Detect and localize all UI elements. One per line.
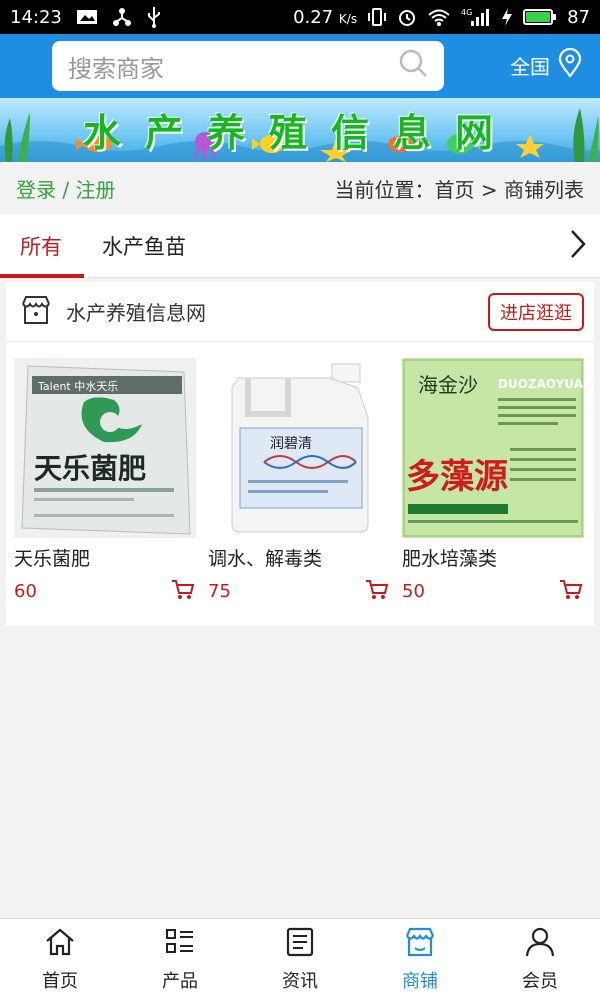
network-speed: 0.27 K/s <box>293 6 358 28</box>
alarm-icon <box>397 7 417 27</box>
charging-icon <box>501 7 513 27</box>
breadcrumb-bar: 登录 / 注册 当前位置：首页 > 商铺列表 <box>0 162 600 214</box>
shop-name: 水产养殖信息网 <box>66 301 206 325</box>
cart-icon[interactable] <box>170 577 196 605</box>
banner-title: 水产养殖信息网 <box>82 110 517 155</box>
search-input[interactable]: 搜索商家 <box>52 41 444 91</box>
shop-card: 水产养殖信息网 进店逛逛 Talent 中水天乐 天乐菌肥 天乐菌肥 60 润碧… <box>6 282 594 626</box>
product-image[interactable]: 润碧清 <box>208 358 390 538</box>
nav-home-label: 首页 <box>42 971 78 992</box>
bottom-nav: 首页 产品 资讯 商铺 会员 <box>0 918 600 1000</box>
region-label: 全国 <box>510 55 550 79</box>
product-price: 50 <box>402 580 425 602</box>
product-name[interactable]: 调水、解毒类 <box>208 544 390 571</box>
product-list: Talent 中水天乐 天乐菌肥 天乐菌肥 60 润碧清 调水、解毒类 75 海… <box>6 342 594 605</box>
battery-icon <box>523 7 557 27</box>
nav-home[interactable]: 首页 <box>0 919 120 1000</box>
product-item[interactable]: 海金沙 DUOZAOYUAN 多藻源 肥水培藻类 50 <box>402 358 584 605</box>
breadcrumb: 当前位置：首页 > 商铺列表 <box>334 177 584 202</box>
image-notification-icon <box>76 8 98 26</box>
search-icon[interactable] <box>398 48 428 84</box>
signal-icon: 4G <box>461 7 491 27</box>
category-tabs: 所有 水产鱼苗 <box>0 214 600 278</box>
nav-products[interactable]: 产品 <box>120 919 240 1000</box>
user-icon <box>524 926 556 963</box>
jug-container-icon: 润碧清 <box>231 363 369 533</box>
svg-text:天乐菌肥: 天乐菌肥 <box>34 452 146 485</box>
svg-text:海金沙: 海金沙 <box>418 373 478 397</box>
tab-all[interactable]: 所有 <box>0 214 84 278</box>
shop-icon <box>404 926 436 963</box>
battery-level: 87 <box>567 6 590 28</box>
nav-shops[interactable]: 商铺 <box>360 919 480 1000</box>
header-bar: 搜索商家 全国 <box>0 34 600 98</box>
site-banner: 水产养殖信息网 <box>0 98 600 162</box>
product-box-icon: 海金沙 DUOZAOYUAN 多藻源 <box>403 359 584 537</box>
status-bar: 14:23 0.27 K/s 4G 87 <box>0 0 600 34</box>
news-icon <box>284 926 316 963</box>
login-register-link[interactable]: 登录 / 注册 <box>16 174 115 203</box>
product-image[interactable]: 海金沙 DUOZAOYUAN 多藻源 <box>402 358 584 538</box>
product-price: 60 <box>14 580 37 602</box>
shop-header: 水产养殖信息网 进店逛逛 <box>6 282 594 342</box>
list-icon <box>164 926 196 963</box>
svg-text:Talent 中水天乐: Talent 中水天乐 <box>37 380 118 393</box>
tab-all-label: 所有 <box>20 234 62 259</box>
product-item[interactable]: Talent 中水天乐 天乐菌肥 天乐菌肥 60 <box>14 358 196 605</box>
share-icon <box>112 7 132 27</box>
location-pin-icon <box>556 47 584 83</box>
vibrate-icon <box>367 7 387 27</box>
nav-member-label: 会员 <box>522 971 558 992</box>
nav-products-label: 产品 <box>162 971 198 992</box>
tab-aquatic-fry[interactable]: 水产鱼苗 <box>82 214 206 278</box>
product-name[interactable]: 肥水培藻类 <box>402 544 584 571</box>
svg-text:润碧清: 润碧清 <box>270 436 312 452</box>
home-icon <box>44 926 76 963</box>
store-icon <box>20 294 52 330</box>
nav-news[interactable]: 资讯 <box>240 919 360 1000</box>
enter-shop-button[interactable]: 进店逛逛 <box>488 292 584 331</box>
svg-text:多藻源: 多藻源 <box>406 457 508 497</box>
cart-icon[interactable] <box>558 577 584 605</box>
usb-icon <box>146 6 162 28</box>
status-time: 14:23 <box>10 6 62 28</box>
product-item[interactable]: 润碧清 调水、解毒类 75 <box>208 358 390 605</box>
nav-member[interactable]: 会员 <box>480 919 600 1000</box>
region-selector[interactable]: 全国 <box>510 47 584 83</box>
chevron-right-icon[interactable] <box>568 228 588 264</box>
tab-aquatic-fry-label: 水产鱼苗 <box>102 234 186 259</box>
cart-icon[interactable] <box>364 577 390 605</box>
svg-text:4G: 4G <box>461 8 472 17</box>
nav-news-label: 资讯 <box>282 971 318 992</box>
svg-text:DUOZAOYUAN: DUOZAOYUAN <box>498 377 584 391</box>
product-image[interactable]: Talent 中水天乐 天乐菌肥 <box>14 358 196 538</box>
wifi-icon <box>427 7 451 27</box>
product-name[interactable]: 天乐菌肥 <box>14 544 196 571</box>
product-price: 75 <box>208 580 231 602</box>
search-placeholder: 搜索商家 <box>68 54 164 83</box>
nav-shops-label: 商铺 <box>402 971 438 992</box>
fertilizer-bag-icon: Talent 中水天乐 天乐菌肥 <box>21 365 191 535</box>
